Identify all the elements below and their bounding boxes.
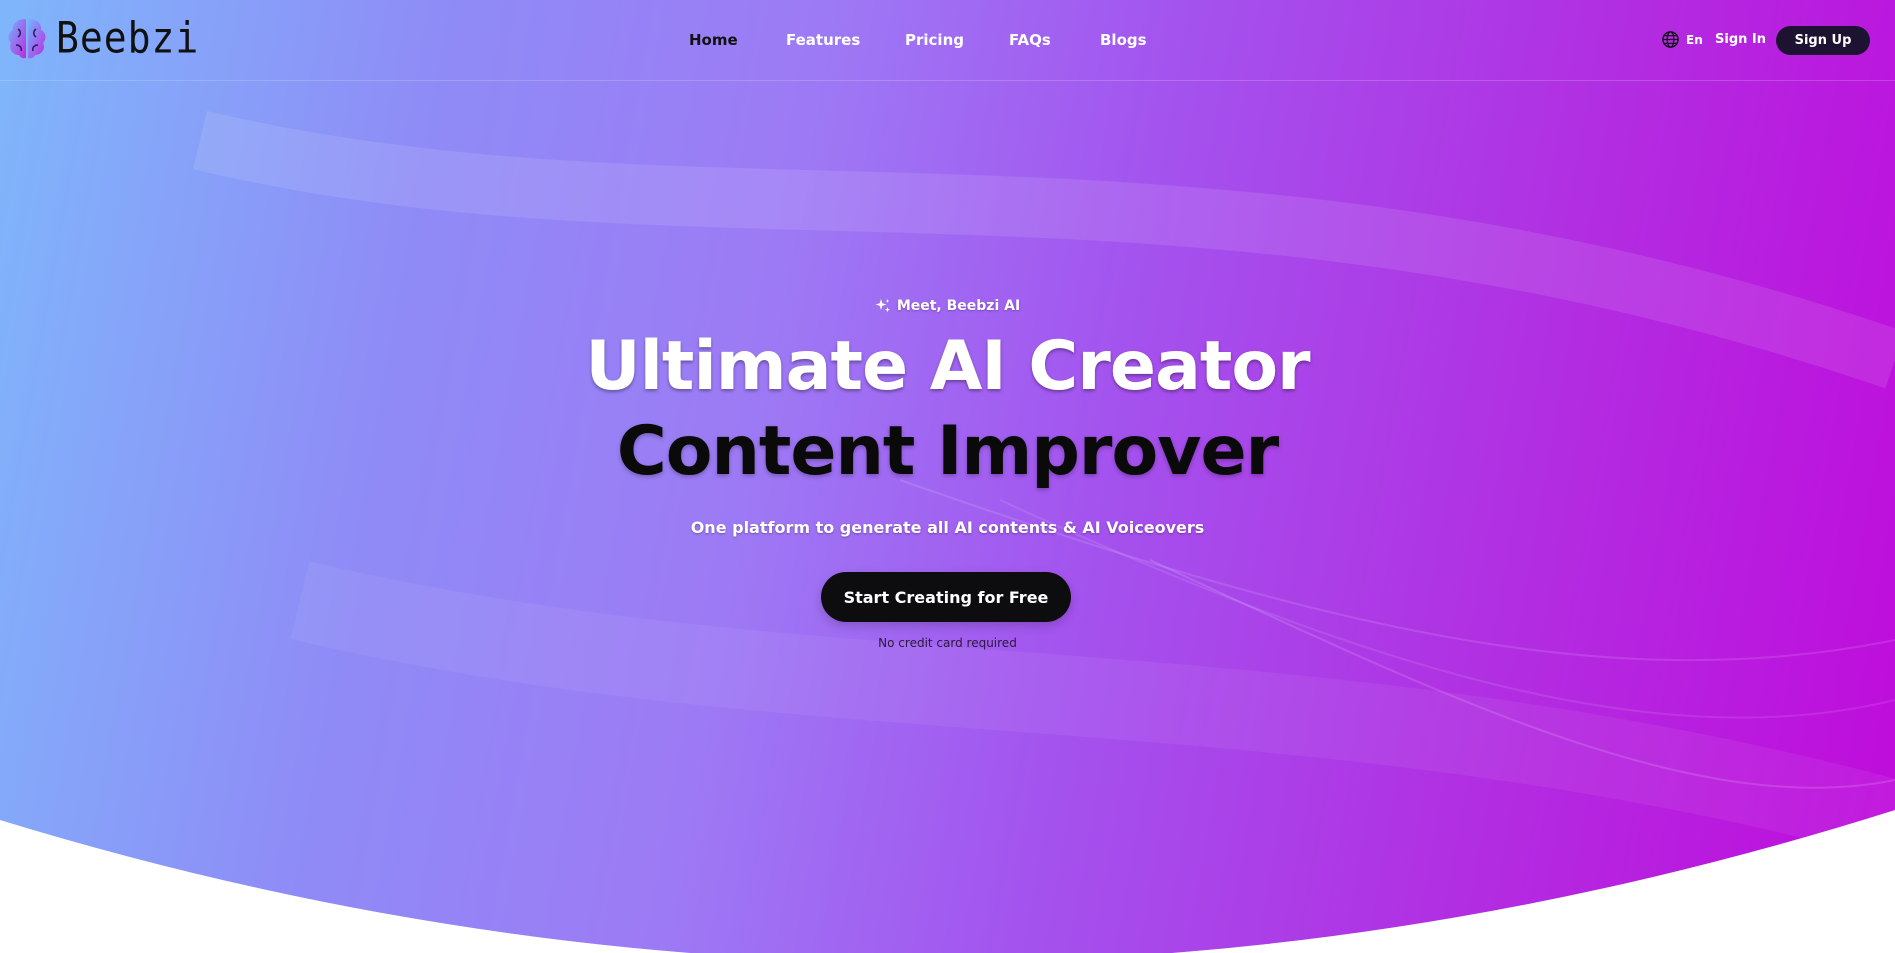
brand-name: Beebzi: [56, 13, 200, 63]
nav-item-faqs[interactable]: FAQs: [1009, 31, 1051, 49]
brain-icon: [8, 19, 46, 59]
hero-badge-label: Meet, Beebzi AI: [896, 298, 1021, 314]
hero-subtitle: One platform to generate all AI contents…: [690, 518, 1205, 537]
language-label: En: [1686, 32, 1703, 47]
start-creating-button[interactable]: Start Creating for Free: [821, 572, 1071, 622]
nav-item-features[interactable]: Features: [786, 31, 860, 49]
hero-headline-line-1: Ultimate AI Creator: [585, 327, 1310, 406]
nav-item-blogs[interactable]: Blogs: [1100, 31, 1147, 49]
hero-bottom-curve: [0, 810, 1895, 953]
hero-badge: Meet, Beebzi AI: [0, 298, 1895, 314]
sign-in-link[interactable]: Sign In: [1715, 32, 1766, 47]
hero-headline-line-2: Content Improver: [616, 412, 1279, 491]
nav-item-home[interactable]: Home: [689, 31, 738, 49]
language-selector[interactable]: En: [1661, 30, 1703, 49]
brand-logo[interactable]: Beebzi: [6, 13, 200, 63]
nav-item-pricing[interactable]: Pricing: [905, 31, 964, 49]
main-nav: Home Features Pricing FAQs Blogs: [0, 0, 1895, 81]
site-header: Beebzi Home Features Pricing FAQs Blogs …: [0, 0, 1895, 81]
globe-icon: [1662, 31, 1679, 48]
sparkle-icon: [875, 299, 891, 313]
sign-up-button[interactable]: Sign Up: [1776, 26, 1870, 55]
no-credit-card-note: No credit card required: [878, 636, 1017, 650]
